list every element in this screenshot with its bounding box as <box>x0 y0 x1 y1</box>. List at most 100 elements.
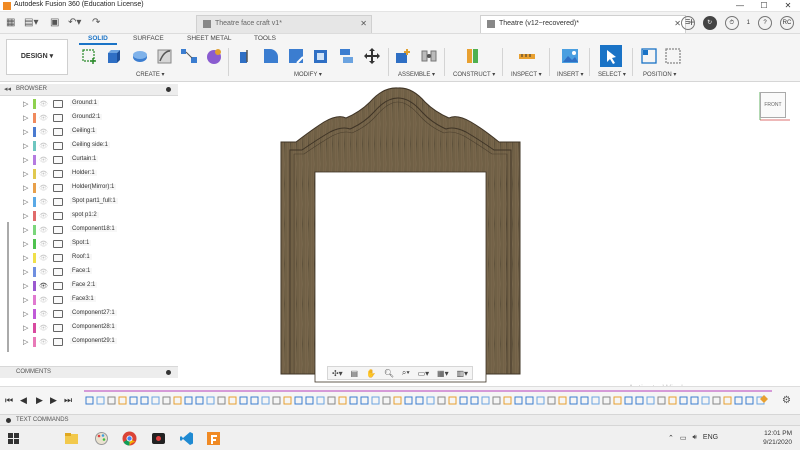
paint-icon[interactable] <box>94 431 109 446</box>
timeline-feature-icon[interactable] <box>646 396 655 405</box>
timeline-feature-icon[interactable] <box>635 396 644 405</box>
comments-panel[interactable]: COMMENTS <box>0 366 178 378</box>
timeline-feature-icon[interactable] <box>657 396 666 405</box>
expand-arrow-icon[interactable]: ▷ <box>23 310 28 318</box>
network-icon[interactable]: ▭ <box>680 434 687 442</box>
timeline-feature-icon[interactable] <box>723 396 732 405</box>
browser-header[interactable]: ◂◂ BROWSER <box>0 84 178 96</box>
tab-sheet-metal[interactable]: SHEET METAL <box>187 35 232 42</box>
play-icon[interactable]: ▶ <box>36 395 43 406</box>
browser-item[interactable]: ▷ 👁︎ Component29:1 <box>0 335 178 349</box>
browser-scrollbar[interactable] <box>7 222 9 352</box>
timeline-feature-icon[interactable] <box>690 396 699 405</box>
timeline-feature-icon[interactable] <box>745 396 754 405</box>
zoom-icon[interactable]: 🔍︎ <box>384 369 394 378</box>
go-to-start-icon[interactable]: ⏮ <box>5 395 13 406</box>
group-create[interactable]: CREATE ▾ <box>136 71 165 78</box>
timeline-feature-icon[interactable] <box>140 396 149 405</box>
visibility-eye-icon[interactable]: 👁︎ <box>39 128 48 136</box>
timeline-feature-icon[interactable] <box>85 396 94 405</box>
timeline-feature-icon[interactable] <box>184 396 193 405</box>
step-back-icon[interactable]: ◀ <box>20 395 27 406</box>
expand-arrow-icon[interactable]: ▷ <box>23 268 28 276</box>
orbit-icon[interactable]: ✣▾ <box>332 369 343 378</box>
loft-icon[interactable] <box>180 47 198 65</box>
timeline-feature-icon[interactable] <box>261 396 270 405</box>
visibility-eye-icon[interactable]: 👁︎ <box>39 156 48 164</box>
vscode-icon[interactable] <box>179 431 194 446</box>
insert-image-icon[interactable] <box>561 47 579 65</box>
file-menu-icon[interactable]: ▤▾ <box>24 17 38 28</box>
timeline-feature-icon[interactable] <box>547 396 556 405</box>
expand-arrow-icon[interactable]: ▷ <box>23 170 28 178</box>
timeline-feature-icon[interactable] <box>426 396 435 405</box>
chamfer-icon[interactable] <box>287 47 305 65</box>
tab-theatre-face-craft[interactable]: Theatre face craft v1* ✕ <box>196 15 372 33</box>
collapse-arrow-icon[interactable]: ◂◂ <box>4 85 11 93</box>
group-inspect[interactable]: INSPECT ▾ <box>511 71 542 78</box>
timeline-feature-icon[interactable] <box>305 396 314 405</box>
timeline-feature-icon[interactable] <box>118 396 127 405</box>
fusion-taskbar-icon[interactable] <box>206 431 221 446</box>
viewcube[interactable]: FRONT <box>760 92 786 118</box>
tab-solid[interactable]: SOLID <box>88 35 108 42</box>
extensions-icon[interactable]: ☰ <box>680 16 695 30</box>
step-forward-icon[interactable]: ▶ <box>50 395 57 406</box>
close-window-button[interactable]: ✕ <box>776 0 800 12</box>
timeline-feature-icon[interactable] <box>536 396 545 405</box>
timeline-feature-icon[interactable] <box>327 396 336 405</box>
go-to-end-icon[interactable]: ⏭ <box>64 395 72 406</box>
expand-arrow-icon[interactable]: ▷ <box>23 142 28 150</box>
visibility-eye-icon[interactable]: 👁︎ <box>39 198 48 206</box>
browser-item[interactable]: ▷ 👁︎ Ceiling:1 <box>0 125 178 139</box>
visibility-eye-icon[interactable]: 👁︎ <box>39 170 48 178</box>
notifications-icon[interactable]: ⏱ <box>724 16 739 30</box>
expand-arrow-icon[interactable]: ▷ <box>23 156 28 164</box>
pin-icon[interactable] <box>166 87 171 92</box>
redo-icon[interactable]: ↷ <box>92 17 100 28</box>
tab-theatre-recovered[interactable]: Theatre (v12~recovered)* ✕ <box>480 15 686 33</box>
language-indicator[interactable]: ENG <box>703 434 718 442</box>
timeline-feature-icon[interactable] <box>470 396 479 405</box>
visibility-eye-icon[interactable]: 👁︎ <box>39 338 48 346</box>
group-modify[interactable]: MODIFY ▾ <box>294 71 322 78</box>
timeline-feature-icon[interactable] <box>525 396 534 405</box>
browser-item[interactable]: ▷ 👁︎ Component27:1 <box>0 307 178 321</box>
visibility-eye-icon[interactable]: 👁︎ <box>39 324 48 332</box>
timeline-feature-icon[interactable] <box>437 396 446 405</box>
browser-item[interactable]: ▷ 👁︎ Ground2:1 <box>0 111 178 125</box>
timeline-feature-icon[interactable] <box>613 396 622 405</box>
timeline-feature-icon[interactable] <box>580 396 589 405</box>
select-icon[interactable] <box>600 45 622 67</box>
timeline-feature-icon[interactable] <box>569 396 578 405</box>
timeline-feature-icon[interactable] <box>514 396 523 405</box>
visibility-eye-icon[interactable]: 👁︎ <box>39 100 48 108</box>
timeline-feature-icon[interactable] <box>679 396 688 405</box>
timeline-feature-icon[interactable] <box>228 396 237 405</box>
browser-item[interactable]: ▷ 👁︎ Face 2:1 <box>0 279 178 293</box>
shell-icon[interactable] <box>312 47 330 65</box>
file-explorer-icon[interactable] <box>64 431 79 446</box>
visibility-eye-icon[interactable]: 👁︎ <box>39 142 48 150</box>
timeline-feature-icon[interactable] <box>668 396 677 405</box>
group-construct[interactable]: CONSTRUCT ▾ <box>453 71 495 78</box>
tab-surface[interactable]: SURFACE <box>133 35 164 42</box>
screen-recorder-icon[interactable] <box>151 431 166 446</box>
pan-icon[interactable]: ✋ <box>366 369 376 378</box>
visibility-eye-icon[interactable]: 👁︎ <box>39 268 48 276</box>
capture-position-icon[interactable] <box>640 47 658 65</box>
browser-item[interactable]: ▷ 👁︎ Spot part1_full:1 <box>0 195 178 209</box>
timeline-feature-icon[interactable] <box>371 396 380 405</box>
viewport-canvas[interactable] <box>178 84 800 384</box>
extrude-icon[interactable] <box>104 47 122 65</box>
timeline-feature-icon[interactable] <box>602 396 611 405</box>
expand-arrow-icon[interactable]: ▷ <box>23 198 28 206</box>
help-icon[interactable]: ? <box>758 16 772 30</box>
create-form-icon[interactable] <box>205 47 223 65</box>
browser-item[interactable]: ▷ 👁︎ Roof:1 <box>0 251 178 265</box>
timeline-feature-icon[interactable] <box>294 396 303 405</box>
timeline-feature-icon[interactable] <box>162 396 171 405</box>
workspace-switcher[interactable]: DESIGN ▾ <box>6 39 68 75</box>
browser-item[interactable]: ▷ 👁︎ Curtain:1 <box>0 153 178 167</box>
joint-icon[interactable] <box>420 47 438 65</box>
